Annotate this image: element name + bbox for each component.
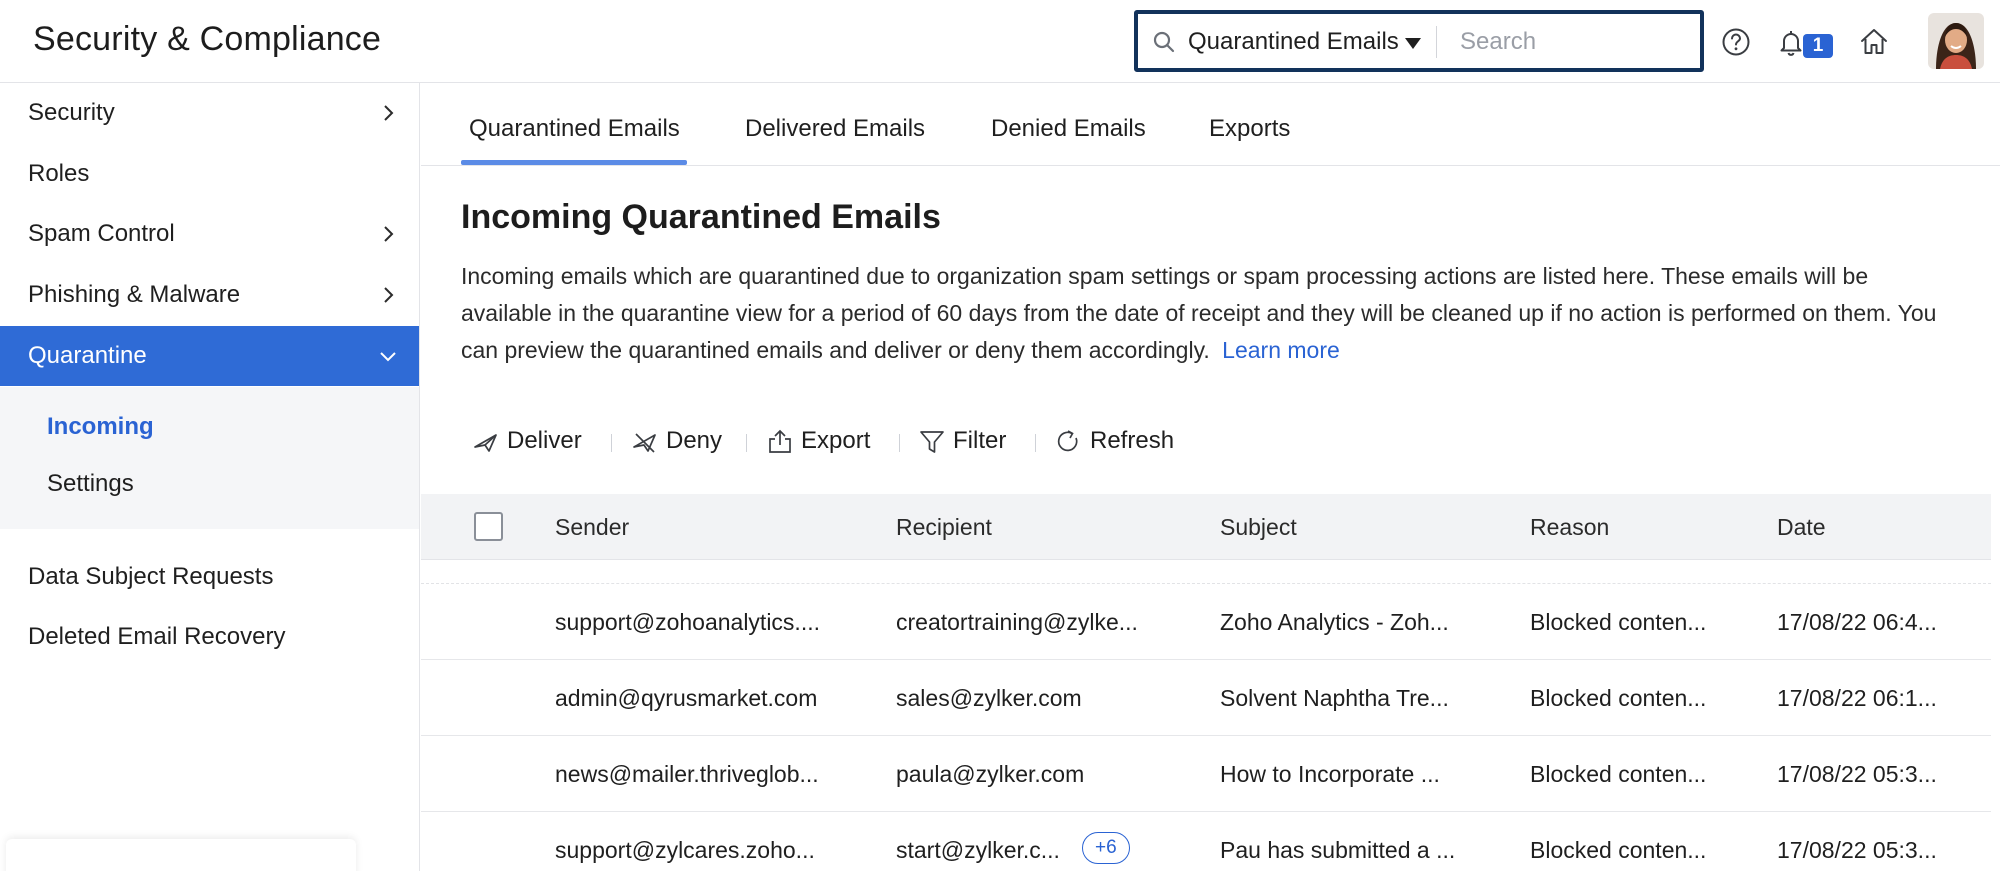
chevron-down-icon <box>380 352 396 362</box>
cell-subject: Zoho Analytics - Zoh... <box>1220 609 1449 635</box>
search-input[interactable] <box>1460 22 1690 62</box>
refresh-label: Refresh <box>1090 427 1175 454</box>
column-header-recipient[interactable]: Recipient <box>896 514 992 541</box>
cell-subject: Pau has submitted a ... <box>1220 837 1456 863</box>
export-label: Export <box>801 427 871 454</box>
tab-bar: Quarantined Emails Delivered Emails Deni… <box>421 83 2000 166</box>
filter-icon <box>920 431 944 453</box>
chevron-right-icon <box>384 226 394 242</box>
quarantine-submenu: Incoming Settings <box>0 387 419 529</box>
sidebar-item-label: Phishing & Malware <box>28 281 241 308</box>
sidebar-item-spam-control[interactable]: Spam Control <box>0 204 419 264</box>
cell-subject: How to Incorporate ... <box>1220 761 1440 787</box>
deny-icon <box>633 433 656 453</box>
search-box[interactable]: Quarantined Emails <box>1134 10 1704 72</box>
cell-date: 17/08/22 06:4... <box>1777 609 1937 635</box>
sidebar-item-roles[interactable]: Roles <box>0 144 419 204</box>
cell-reason: Blocked conten... <box>1530 761 1707 787</box>
table-row[interactable]: news@mailer.thriveglob... paula@zylker.c… <box>421 736 1991 812</box>
cell-reason: Blocked conten... <box>1530 609 1707 635</box>
cell-date: 17/08/22 06:1... <box>1777 685 1937 711</box>
tab-delivered-emails[interactable]: Delivered Emails <box>745 115 925 143</box>
cell-sender: support@zohoanalytics.... <box>555 609 820 635</box>
chevron-right-icon <box>384 287 394 303</box>
search-icon <box>1153 31 1175 53</box>
cell-reason: Blocked conten... <box>1530 837 1707 863</box>
deliver-icon <box>474 434 497 452</box>
help-icon[interactable] <box>1720 26 1752 58</box>
cell-date: 17/08/22 05:3... <box>1777 837 1937 863</box>
description-text: Incoming emails which are quarantined du… <box>461 263 1937 363</box>
cell-subject: Solvent Naphtha Tre... <box>1220 685 1449 711</box>
learn-more-link[interactable]: Learn more <box>1222 337 1340 363</box>
refresh-icon <box>1057 430 1078 452</box>
sidebar: Security Roles Spam Control Phishing & M… <box>0 83 420 871</box>
table-header: Sender Recipient Subject Reason Date <box>421 494 1991 560</box>
column-header-subject[interactable]: Subject <box>1220 514 1297 541</box>
sidebar-item-label: Data Subject Requests <box>28 563 274 590</box>
column-header-date[interactable]: Date <box>1777 514 1826 541</box>
bottom-panel <box>6 839 356 871</box>
chevron-down-icon[interactable] <box>1405 38 1421 49</box>
sidebar-item-data-subject-requests[interactable]: Data Subject Requests <box>0 547 419 607</box>
notification-badge[interactable]: 1 <box>1803 34 1833 58</box>
submenu-item-settings[interactable]: Settings <box>47 470 134 498</box>
toolbar-separator <box>611 434 612 452</box>
cell-recipient: paula@zylker.com <box>896 761 1085 787</box>
table-row[interactable]: support@zohoanalytics.... creatortrainin… <box>421 584 1991 660</box>
cell-sender: admin@qyrusmarket.com <box>555 685 818 711</box>
search-scope-dropdown[interactable]: Quarantined Emails <box>1188 28 1399 56</box>
sidebar-item-phishing-malware[interactable]: Phishing & Malware <box>0 265 419 325</box>
toolbar-separator <box>746 434 747 452</box>
search-divider <box>1436 26 1437 58</box>
select-all-checkbox[interactable] <box>474 512 503 541</box>
cell-sender: support@zylcares.zoho... <box>555 837 815 863</box>
app-title: Security & Compliance <box>33 20 382 58</box>
chevron-right-icon <box>384 105 394 121</box>
sidebar-item-label: Quarantine <box>28 342 147 369</box>
user-avatar-icon <box>1928 13 1984 69</box>
sidebar-item-label: Deleted Email Recovery <box>28 623 286 650</box>
more-recipients-badge[interactable]: +6 <box>1082 832 1130 864</box>
sidebar-item-deleted-email-recovery[interactable]: Deleted Email Recovery <box>0 607 419 667</box>
toolbar-separator <box>899 434 900 452</box>
export-icon <box>769 429 791 453</box>
home-icon[interactable] <box>1858 26 1890 58</box>
column-header-sender[interactable]: Sender <box>555 514 629 541</box>
tab-exports[interactable]: Exports <box>1209 115 1290 143</box>
table-row[interactable]: support@zylcares.zoho... start@zylker.c.… <box>421 812 1991 871</box>
sidebar-item-label: Security <box>28 99 115 126</box>
tab-quarantined-emails[interactable]: Quarantined Emails <box>469 115 680 143</box>
sidebar-item-label: Spam Control <box>28 220 175 247</box>
tab-denied-emails[interactable]: Denied Emails <box>991 115 1146 143</box>
cell-reason: Blocked conten... <box>1530 685 1707 711</box>
table-row[interactable]: admin@qyrusmarket.com sales@zylker.com S… <box>421 660 1991 736</box>
cell-recipient: sales@zylker.com <box>896 685 1082 711</box>
top-header: Security & Compliance Quarantined Emails… <box>0 0 2000 83</box>
page-title: Incoming Quarantined Emails <box>461 198 941 236</box>
column-header-reason[interactable]: Reason <box>1530 514 1609 541</box>
deliver-label: Deliver <box>507 427 582 454</box>
sidebar-item-label: Roles <box>28 160 90 187</box>
filter-label: Filter <box>953 427 1007 454</box>
submenu-item-incoming[interactable]: Incoming <box>47 413 154 441</box>
avatar[interactable] <box>1928 13 1984 69</box>
cell-sender: news@mailer.thriveglob... <box>555 761 819 787</box>
toolbar-separator <box>1035 434 1036 452</box>
cell-date: 17/08/22 05:3... <box>1777 761 1937 787</box>
active-tab-indicator <box>461 160 687 165</box>
cell-recipient: start@zylker.c... <box>896 837 1060 863</box>
deny-label: Deny <box>666 427 723 454</box>
page-description: Incoming emails which are quarantined du… <box>461 258 1961 369</box>
sidebar-item-quarantine[interactable]: Quarantine <box>0 326 419 386</box>
sidebar-item-security[interactable]: Security <box>0 83 419 143</box>
cell-recipient: creatortraining@zylke... <box>896 609 1138 635</box>
